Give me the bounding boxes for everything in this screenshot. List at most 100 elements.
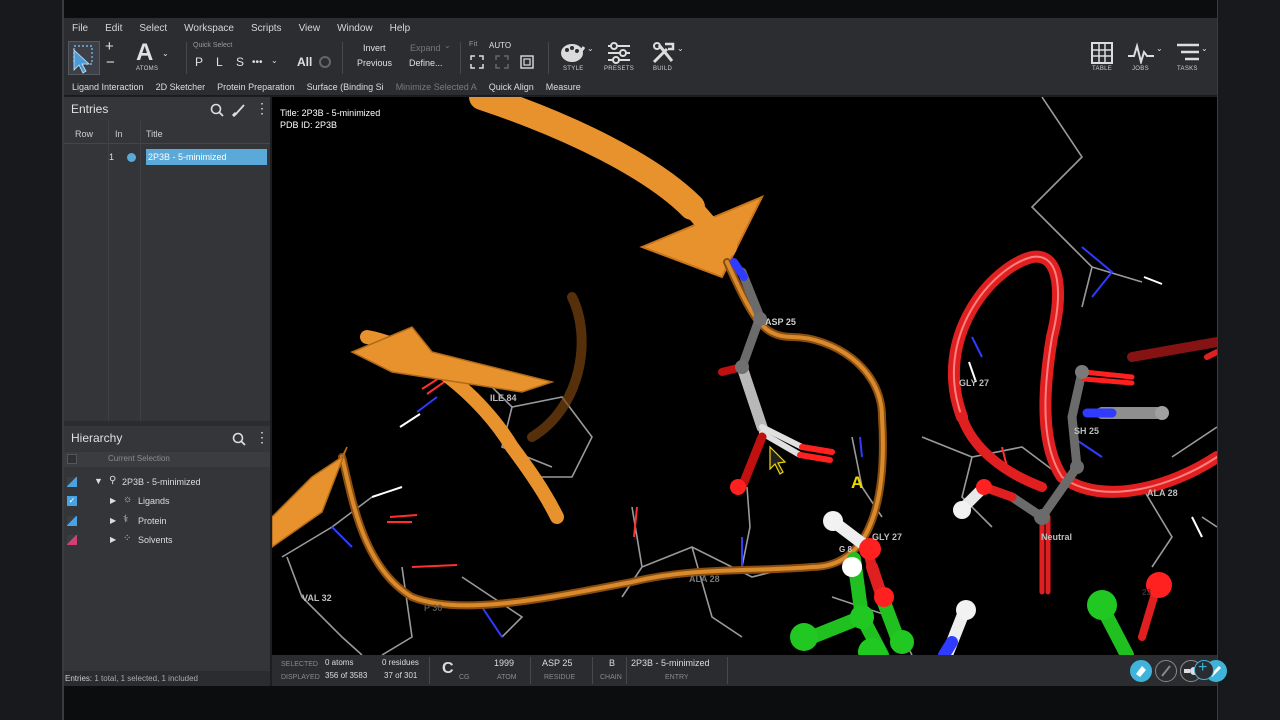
clear-workspace-button[interactable]	[1130, 660, 1152, 682]
entry-label: ENTRY	[665, 674, 689, 681]
chevron-down-icon: ⌄	[444, 41, 451, 50]
column-header-title[interactable]: Title	[146, 129, 163, 139]
tree-root-row[interactable]: ▼ ⚲ 2P3B - 5-minimized	[64, 474, 270, 490]
selected-residues: 0 residues	[382, 658, 419, 667]
auto-fit-toggle[interactable]: AUTO	[489, 41, 511, 50]
style-palette-icon[interactable]	[560, 41, 586, 65]
expand-button[interactable]: Expand	[410, 43, 441, 53]
ligand-icon: ☼	[123, 494, 133, 505]
residue-label: VAL 32	[302, 593, 332, 603]
invert-button[interactable]: Invert	[363, 43, 386, 53]
molecule-icon: ⚲	[109, 475, 117, 486]
row-number: 1	[109, 152, 115, 162]
quick-select-l[interactable]: L	[216, 55, 223, 69]
entries-header: Entries ⋮	[64, 97, 270, 121]
atoms-a-icon[interactable]: A	[136, 39, 153, 67]
workflow-toolbar: Ligand Interaction 2D Sketcher Protein P…	[64, 78, 1217, 96]
quick-select-label: Quick Select	[193, 42, 233, 49]
entry-value: 2P3B - 5-minimized	[631, 658, 710, 668]
checkbox[interactable]	[67, 454, 77, 464]
chevron-down-icon: ⌄	[1201, 44, 1208, 53]
search-icon[interactable]	[210, 103, 224, 117]
visibility-toggle-icon[interactable]	[67, 516, 77, 526]
brush-icon[interactable]	[232, 103, 246, 117]
protein-preparation-button[interactable]: Protein Preparation	[217, 82, 295, 92]
pick-marker-label: A	[851, 473, 864, 492]
search-icon[interactable]	[232, 432, 246, 446]
workspace-title: Title: 2P3B - 5-minimized PDB ID: 2P3B	[280, 107, 380, 131]
fit-to-screen-icon[interactable]	[470, 55, 484, 69]
chain-label: CHAIN	[600, 674, 622, 681]
residue-label: ALA 28	[689, 574, 720, 584]
ligand-interaction-button[interactable]: Ligand Interaction	[72, 82, 144, 92]
included-dot-icon[interactable]	[127, 153, 136, 162]
build-tools-icon[interactable]	[651, 41, 677, 65]
table-label: TABLE	[1092, 66, 1113, 72]
current-selection-label: Current Selection	[108, 454, 170, 463]
tree-root-label: 2P3B - 5-minimized	[122, 477, 201, 487]
residue-label: ALA 28	[1147, 488, 1178, 498]
current-selection-row[interactable]: Current Selection	[64, 452, 270, 467]
collapsed-triangle-icon[interactable]: ▶	[110, 516, 116, 525]
jobs-pulse-icon[interactable]	[1127, 42, 1155, 64]
eraser-icon	[1136, 666, 1146, 677]
tree-item-solvents[interactable]: ▶ ⁘ Solvents	[64, 532, 270, 548]
define-button[interactable]: Define...	[409, 58, 443, 68]
atom-value: 1999	[494, 658, 515, 668]
table-row[interactable]: 1 2P3B - 5-minimized	[74, 149, 267, 165]
quick-select-more[interactable]: •••	[252, 57, 263, 68]
column-header-in[interactable]: In	[115, 129, 123, 139]
previous-button[interactable]: Previous	[357, 58, 392, 68]
add-button[interactable]: +	[1194, 659, 1214, 680]
tree-item-ligands[interactable]: ✓ ▶ ☼ Ligands	[64, 493, 270, 509]
menu-help[interactable]: Help	[390, 23, 411, 34]
minimize-selected-button[interactable]: Minimize Selected A	[396, 82, 477, 92]
selection-arrow-icon	[73, 45, 93, 74]
measure-button[interactable]: Measure	[546, 82, 581, 92]
visibility-toggle-icon[interactable]	[67, 477, 77, 487]
menu-file[interactable]: File	[72, 23, 88, 34]
menu-edit[interactable]: Edit	[105, 23, 122, 34]
plus-icon[interactable]: +	[105, 38, 114, 55]
orange-ribbon	[272, 97, 887, 610]
entries-table: Row In Title 1 2P3B - 5-minimized	[64, 121, 270, 421]
tree-item-protein[interactable]: ▶ ⚕ Protein	[64, 513, 270, 529]
menu-view[interactable]: View	[299, 23, 321, 34]
collapsed-triangle-icon[interactable]: ▶	[110, 496, 116, 505]
2d-sketcher-button[interactable]: 2D Sketcher	[156, 82, 206, 92]
quick-align-button[interactable]: Quick Align	[489, 82, 534, 92]
measure-tool-button[interactable]	[1155, 660, 1177, 682]
workspace-title-line: Title: 2P3B - 5-minimized	[280, 108, 381, 118]
more-vertical-icon[interactable]: ⋮	[255, 100, 269, 117]
menu-scripts[interactable]: Scripts	[251, 23, 282, 34]
tasks-list-icon[interactable]	[1176, 42, 1200, 64]
protein-icon: ⚕	[123, 514, 129, 525]
presets-sliders-icon[interactable]	[606, 42, 632, 64]
visibility-toggle-icon[interactable]	[67, 535, 77, 545]
table-grid-icon[interactable]	[1091, 42, 1113, 64]
menu-window[interactable]: Window	[337, 23, 373, 34]
fit-view-icon[interactable]	[520, 55, 534, 69]
minus-icon[interactable]: −	[106, 54, 115, 71]
mouse-cursor-icon	[769, 445, 787, 475]
molecule-scene[interactable]	[272, 97, 1217, 655]
quick-select-s[interactable]: S	[236, 55, 244, 69]
select-tool-button[interactable]	[68, 41, 100, 75]
quick-select-p[interactable]: P	[195, 55, 203, 69]
surface-binding-site-button[interactable]: Surface (Binding Si	[307, 82, 384, 92]
column-header-row[interactable]: Row	[75, 129, 93, 139]
atom-status-bar: SELECTED DISPLAYED 0 atoms 356 of 3583 0…	[272, 655, 1227, 686]
visible-checkbox-checked[interactable]: ✓	[67, 496, 77, 506]
fit-selection-icon[interactable]	[495, 55, 509, 69]
expanded-triangle-icon[interactable]: ▼	[94, 476, 103, 486]
bottom-strip	[64, 686, 1217, 720]
more-vertical-icon[interactable]: ⋮	[255, 429, 269, 446]
entry-title-cell[interactable]: 2P3B - 5-minimized	[146, 149, 267, 165]
chevron-down-icon: ⌄	[271, 56, 278, 65]
menu-select[interactable]: Select	[139, 23, 167, 34]
select-all-button[interactable]: All	[297, 55, 312, 69]
menu-workspace[interactable]: Workspace	[184, 23, 234, 34]
collapsed-triangle-icon[interactable]: ▶	[110, 535, 116, 544]
workspace-3d-viewport[interactable]: Title: 2P3B - 5-minimized PDB ID: 2P3B A…	[272, 97, 1217, 655]
workspace-pdb-line: PDB ID: 2P3B	[280, 120, 338, 130]
